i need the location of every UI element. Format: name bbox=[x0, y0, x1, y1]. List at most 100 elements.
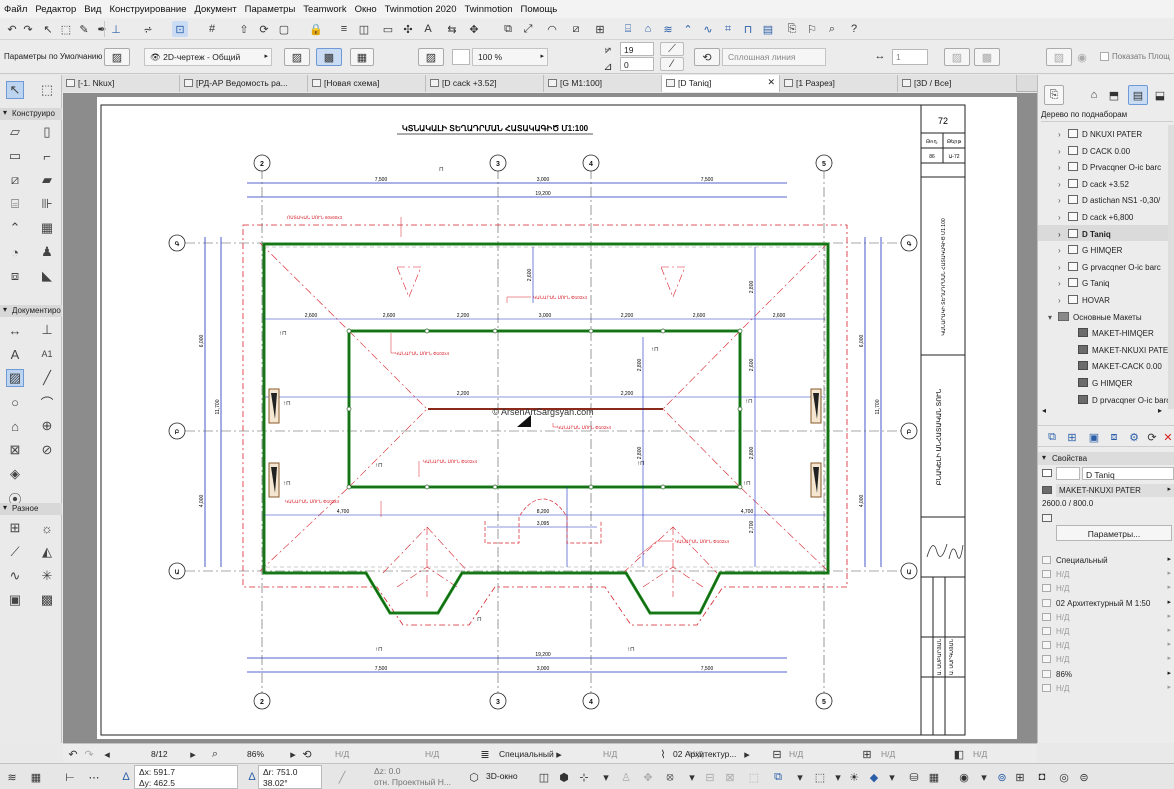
box-icon[interactable]: ⬢ bbox=[556, 769, 572, 785]
camera-arrow-icon[interactable]: ▾ bbox=[976, 769, 992, 785]
chevron-right-icon[interactable]: ▸ bbox=[1167, 654, 1171, 662]
pen-set-icon[interactable]: ⌇ bbox=[655, 746, 671, 762]
property-row[interactable]: 86% ▸ bbox=[1038, 667, 1174, 681]
tree-item[interactable]: › D CACK 0.00 bbox=[1038, 142, 1168, 158]
curtain-wall-icon[interactable]: ▤ bbox=[760, 21, 776, 37]
beam-tool-icon[interactable]: ▭ bbox=[6, 147, 24, 165]
text-tool-icon[interactable]: A bbox=[6, 345, 24, 363]
sun-icon[interactable]: ☀ bbox=[846, 769, 862, 785]
marquee-tool-icon[interactable]: ⬚ bbox=[38, 81, 56, 99]
morph-tool-icon[interactable]: ◭ bbox=[38, 543, 56, 561]
object-tool-icon[interactable]: ♟ bbox=[38, 243, 56, 261]
property-row[interactable]: Н/Д ▸ bbox=[1038, 581, 1174, 595]
tree-item[interactable]: MAKET-HIMQER bbox=[1038, 324, 1168, 340]
help-icon[interactable]: ? bbox=[846, 21, 862, 37]
tree-item[interactable]: › D Taniq bbox=[1038, 224, 1168, 241]
graphic-override-icon[interactable]: ◧ bbox=[951, 746, 967, 762]
area-hatch-icon[interactable]: ▨ bbox=[1046, 48, 1072, 66]
chevron-right-icon[interactable]: ▸ bbox=[1167, 669, 1171, 677]
chevron-right-icon[interactable]: ▸ bbox=[1167, 569, 1171, 577]
layout-book-icon[interactable]: ▤ bbox=[1128, 85, 1148, 105]
tree-item[interactable]: › HOVAR bbox=[1038, 291, 1168, 307]
walk-icon[interactable]: ♙ bbox=[618, 769, 634, 785]
render-arrow-icon[interactable]: ▾ bbox=[792, 769, 808, 785]
line-tool-icon[interactable]: ╱ bbox=[38, 369, 56, 387]
grid-tool-icon[interactable]: ⊞ bbox=[6, 519, 24, 537]
drag-icon[interactable]: ✥ bbox=[466, 21, 482, 37]
arch-combo[interactable]: 02 Архитектур... bbox=[673, 749, 736, 759]
marquee-icon[interactable]: ⬚ bbox=[58, 21, 74, 37]
scroll-right-icon[interactable]: ▸ bbox=[1158, 406, 1162, 415]
value-bottom-field[interactable]: 0 bbox=[620, 57, 654, 71]
lock-icon[interactable]: 🔒 bbox=[308, 21, 324, 37]
door-tool-icon[interactable]: ⌐ bbox=[38, 147, 56, 165]
zoom-fit-icon[interactable]: ⌕ bbox=[207, 746, 223, 762]
layers-icon[interactable]: ≡ bbox=[336, 21, 352, 37]
tree-item[interactable]: › D cack +6,800 bbox=[1038, 208, 1168, 224]
new-subset-icon[interactable]: ⊞ bbox=[1064, 429, 1080, 445]
tree-h-scrollbar[interactable]: ◂ ▸ bbox=[1042, 406, 1162, 417]
layers-stack-icon[interactable]: ≋ bbox=[4, 769, 20, 785]
cube-icon[interactable]: ◫ bbox=[536, 769, 552, 785]
refresh-icon[interactable]: ⟳ bbox=[1144, 429, 1160, 445]
tree-item[interactable]: › D Prvacqner O-ic barc bbox=[1038, 158, 1168, 174]
cursor-icon[interactable]: ⋯ bbox=[86, 769, 102, 785]
copy-icon[interactable]: ⎘ bbox=[784, 21, 800, 37]
figure-tool-icon[interactable]: ◈ bbox=[6, 465, 24, 483]
line-type-combo[interactable]: Сплошная линия bbox=[722, 48, 826, 66]
section-document[interactable]: Документиро bbox=[0, 305, 62, 317]
xy-box[interactable]: Δx: 591.7 Δy: 462.5 bbox=[134, 765, 238, 789]
orbit-icon[interactable]: ⊹ bbox=[576, 769, 592, 785]
paint-icon[interactable]: ⛁ bbox=[906, 769, 922, 785]
bim-icon[interactable]: ⊚ bbox=[994, 769, 1010, 785]
property-row[interactable]: Н/Д ▸ bbox=[1038, 610, 1174, 624]
arch-arrow-icon[interactable]: ▸ bbox=[739, 746, 755, 762]
tab-7[interactable]: [3D / Все] bbox=[898, 75, 1017, 92]
arrow-tool-icon[interactable]: ↖ bbox=[40, 21, 56, 37]
value-top-field[interactable]: 19 bbox=[620, 42, 654, 56]
mesh-3d-icon[interactable]: ▦ bbox=[926, 769, 942, 785]
property-row[interactable]: Специальный ▸ bbox=[1038, 553, 1174, 567]
tree-item[interactable]: › D astichan NS1 -0,30/ bbox=[1038, 191, 1168, 207]
layout-combo[interactable]: MAKET-NKUXI PATER ▸ bbox=[1056, 484, 1174, 497]
tree-item[interactable]: D prvacqner O-ic barc bbox=[1038, 391, 1168, 407]
tab-3[interactable]: [D cack +3.52] bbox=[426, 75, 544, 92]
line-type-icon[interactable]: ⟲ bbox=[694, 48, 720, 66]
render-icon[interactable]: ⧉ bbox=[770, 769, 786, 785]
view-3d-label[interactable]: 3D-окно bbox=[486, 771, 518, 781]
polyline2-tool-icon[interactable]: ⟋ bbox=[6, 543, 24, 561]
gravity-icon[interactable]: ⊡ bbox=[172, 21, 188, 37]
selection-arrow-icon[interactable]: ▾ bbox=[830, 769, 846, 785]
polyline-tool-icon[interactable]: ⌒ bbox=[38, 393, 56, 411]
clone-icon[interactable]: ⧈ bbox=[1106, 429, 1122, 445]
property-row[interactable]: Н/Д ▸ bbox=[1038, 652, 1174, 666]
chevron-right-icon[interactable]: ▸ bbox=[1167, 598, 1171, 606]
menu-item[interactable]: Файл bbox=[0, 4, 31, 15]
chevron-right-icon[interactable]: › bbox=[1058, 180, 1068, 189]
tab-6[interactable]: [1 Разрез] bbox=[780, 75, 898, 92]
menu-item[interactable]: Помощь bbox=[517, 4, 562, 15]
delete-icon[interactable]: ✕ bbox=[1160, 429, 1174, 445]
chevron-down-icon[interactable]: ▾ bbox=[1048, 313, 1058, 322]
section-misc[interactable]: Разное bbox=[0, 503, 62, 515]
arrow-up-icon[interactable]: ⇧ bbox=[236, 21, 252, 37]
mirror-icon[interactable]: ⇆ bbox=[444, 21, 460, 37]
teamwork-icon[interactable]: ⚐ bbox=[804, 21, 820, 37]
square-icon[interactable]: ▢ bbox=[276, 21, 292, 37]
forward-icon[interactable]: ↷ bbox=[81, 746, 97, 762]
fly-icon[interactable]: ⦻ bbox=[662, 769, 678, 785]
combo-arrow-icon[interactable]: ▸ bbox=[551, 746, 567, 762]
chevron-right-icon[interactable]: › bbox=[1058, 147, 1068, 156]
chevron-right-icon[interactable]: ▸ bbox=[1167, 612, 1171, 620]
tree-item[interactable]: MAKET-CACK 0.00 bbox=[1038, 357, 1168, 373]
structure-icon[interactable]: ⊟ bbox=[769, 746, 785, 762]
prev-page-icon[interactable]: ◂ bbox=[99, 746, 115, 762]
menu-item[interactable]: Окно bbox=[351, 4, 381, 15]
roof-tool-icon[interactable]: ⌃ bbox=[6, 219, 24, 237]
tree-item[interactable]: G HIMQER bbox=[1038, 374, 1168, 390]
ortho-icon[interactable]: ⊢ bbox=[62, 769, 78, 785]
explode-icon[interactable]: ✣ bbox=[400, 21, 416, 37]
tab-0[interactable]: [-1. Nkux] bbox=[62, 75, 180, 92]
style-arrow-icon[interactable]: ▾ bbox=[884, 769, 900, 785]
renovation-icon[interactable]: ⊞ bbox=[859, 746, 875, 762]
